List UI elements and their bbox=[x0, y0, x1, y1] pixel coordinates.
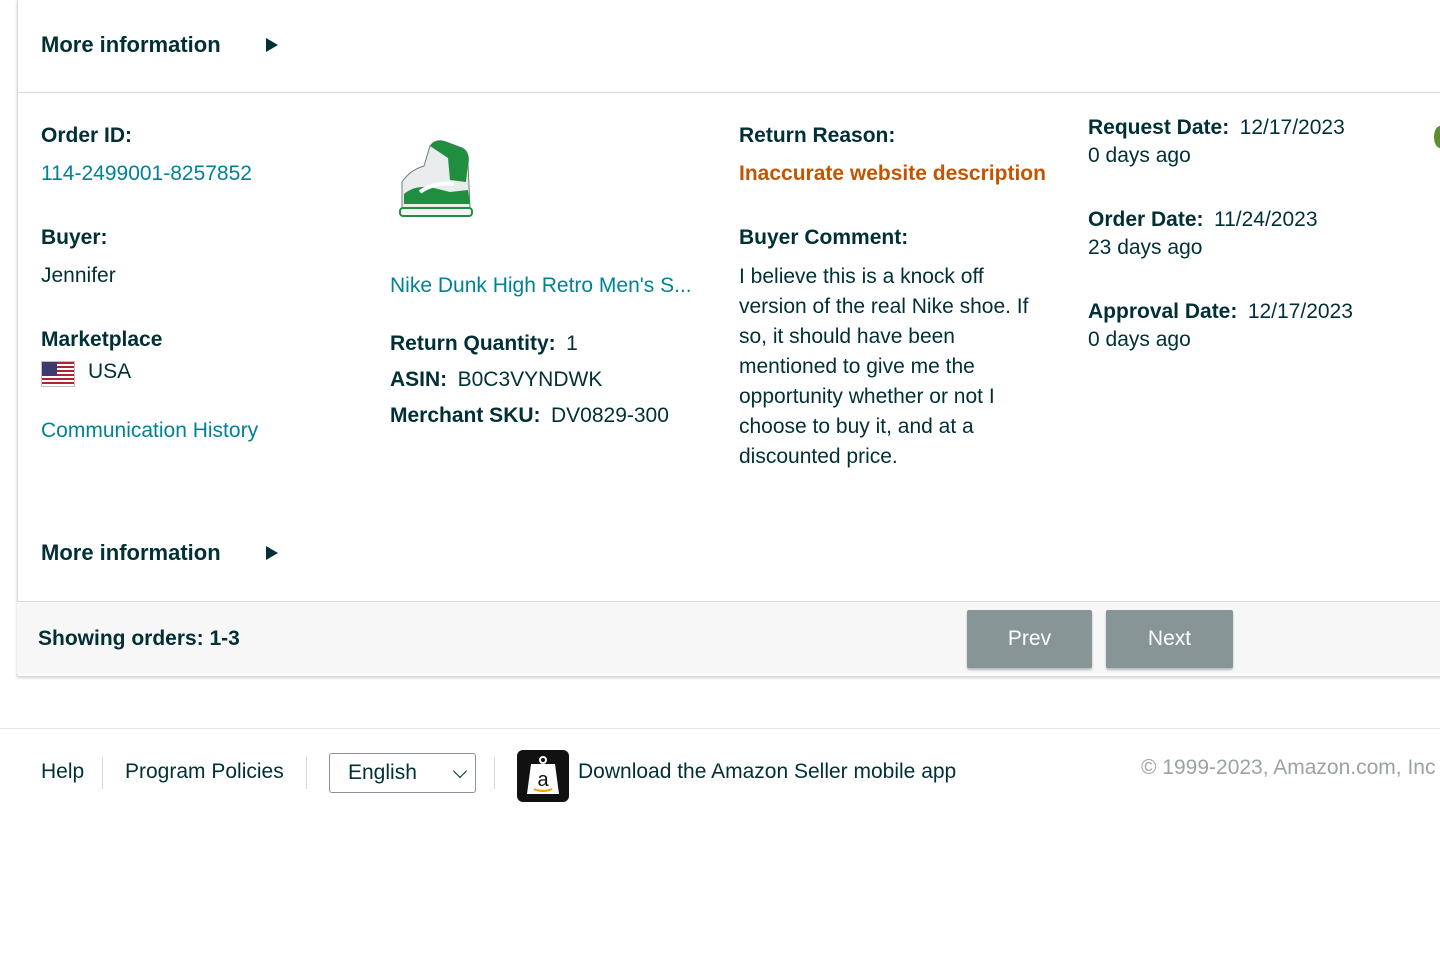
footer-divider bbox=[0, 728, 1440, 729]
amazon-seller-app-icon[interactable]: a bbox=[517, 750, 569, 802]
order-date-ago: 23 days ago bbox=[1088, 236, 1203, 259]
more-information-toggle-top[interactable]: More information bbox=[41, 32, 278, 58]
asin-label: ASIN: bbox=[390, 368, 448, 391]
language-select[interactable]: English bbox=[329, 753, 476, 793]
request-date-row: Request Date: 12/17/2023 bbox=[1088, 116, 1408, 140]
prev-button[interactable]: Prev bbox=[967, 610, 1092, 668]
merchant-sku-label: Merchant SKU: bbox=[390, 404, 541, 427]
footer-separator bbox=[306, 757, 307, 789]
marketplace-row: USA bbox=[41, 356, 371, 390]
showing-orders-text: Showing orders: 1-3 bbox=[38, 627, 240, 650]
asin-row: ASIN: B0C3VYNDWK bbox=[390, 368, 710, 392]
us-flag-icon bbox=[41, 361, 75, 387]
buyer-comment-text: I believe this is a knock off version of… bbox=[739, 265, 1029, 468]
return-reason-label: Return Reason: bbox=[739, 124, 896, 147]
program-policies-link[interactable]: Program Policies bbox=[125, 760, 284, 784]
order-id-link[interactable]: 114-2499001-8257852 bbox=[41, 162, 371, 186]
request-date-ago: 0 days ago bbox=[1088, 144, 1191, 167]
next-button[interactable]: Next bbox=[1106, 610, 1233, 668]
buyer-label: Buyer: bbox=[41, 226, 108, 249]
pagination-bar: Showing orders: 1-3 Prev Next bbox=[17, 601, 1440, 674]
footer-separator bbox=[494, 757, 495, 789]
buyer-comment-label: Buyer Comment: bbox=[739, 226, 909, 249]
return-quantity-row: Return Quantity: 1 bbox=[390, 332, 710, 356]
expand-arrow-icon bbox=[265, 38, 278, 52]
chevron-down-icon bbox=[452, 763, 468, 779]
request-date-label: Request Date: bbox=[1088, 116, 1230, 139]
return-request-panel: More information Order ID: 114-2499001-8… bbox=[17, 0, 1440, 676]
product-title-link[interactable]: Nike Dunk High Retro Men's S... bbox=[390, 274, 710, 298]
asin-value: B0C3VYNDWK bbox=[457, 368, 603, 391]
order-date-value: 11/24/2023 bbox=[1213, 208, 1318, 231]
download-app-link[interactable]: Download the Amazon Seller mobile app bbox=[578, 760, 956, 784]
expand-arrow-icon bbox=[265, 546, 278, 560]
order-date-label: Order Date: bbox=[1088, 208, 1204, 231]
language-select-value: English bbox=[348, 761, 417, 784]
order-date-row: Order Date: 11/24/2023 bbox=[1088, 208, 1408, 232]
communication-history-link[interactable]: Communication History bbox=[41, 419, 371, 443]
return-reason-value: Inaccurate website description bbox=[739, 162, 1046, 185]
approval-date-row: Approval Date: 12/17/2023 bbox=[1088, 300, 1408, 324]
marketplace-label: Marketplace bbox=[41, 328, 163, 351]
dates-column: Request Date: 12/17/2023 0 days ago Orde… bbox=[1088, 116, 1408, 352]
merchant-sku-row: Merchant SKU: DV0829-300 bbox=[390, 404, 710, 428]
svg-text:a: a bbox=[537, 769, 549, 791]
return-quantity-value: 1 bbox=[566, 332, 578, 355]
product-image[interactable] bbox=[390, 138, 480, 226]
help-link[interactable]: Help bbox=[41, 760, 84, 784]
section-divider bbox=[18, 92, 1440, 93]
request-date-value: 12/17/2023 bbox=[1239, 116, 1345, 139]
order-id-label: Order ID: bbox=[41, 124, 133, 147]
order-info-column: Order ID: 114-2499001-8257852 Buyer: Jen… bbox=[41, 124, 371, 443]
copyright-text: © 1999-2023, Amazon.com, Inc bbox=[1141, 756, 1436, 779]
more-information-label: More information bbox=[41, 32, 221, 57]
approval-date-label: Approval Date: bbox=[1088, 300, 1238, 323]
more-information-label: More information bbox=[41, 540, 221, 565]
merchant-sku-value: DV0829-300 bbox=[550, 404, 669, 427]
approval-date-ago: 0 days ago bbox=[1088, 328, 1191, 351]
return-reason-column: Return Reason: Inaccurate website descri… bbox=[739, 124, 1049, 472]
return-quantity-label: Return Quantity: bbox=[390, 332, 556, 355]
approval-date-value: 12/17/2023 bbox=[1247, 300, 1353, 323]
status-indicator-icon bbox=[1434, 126, 1440, 148]
product-column: Nike Dunk High Retro Men's S... Return Q… bbox=[390, 138, 710, 428]
buyer-name: Jennifer bbox=[41, 264, 116, 287]
marketplace-value: USA bbox=[88, 360, 132, 383]
more-information-toggle-bottom[interactable]: More information bbox=[41, 540, 278, 566]
footer-separator bbox=[102, 757, 103, 789]
